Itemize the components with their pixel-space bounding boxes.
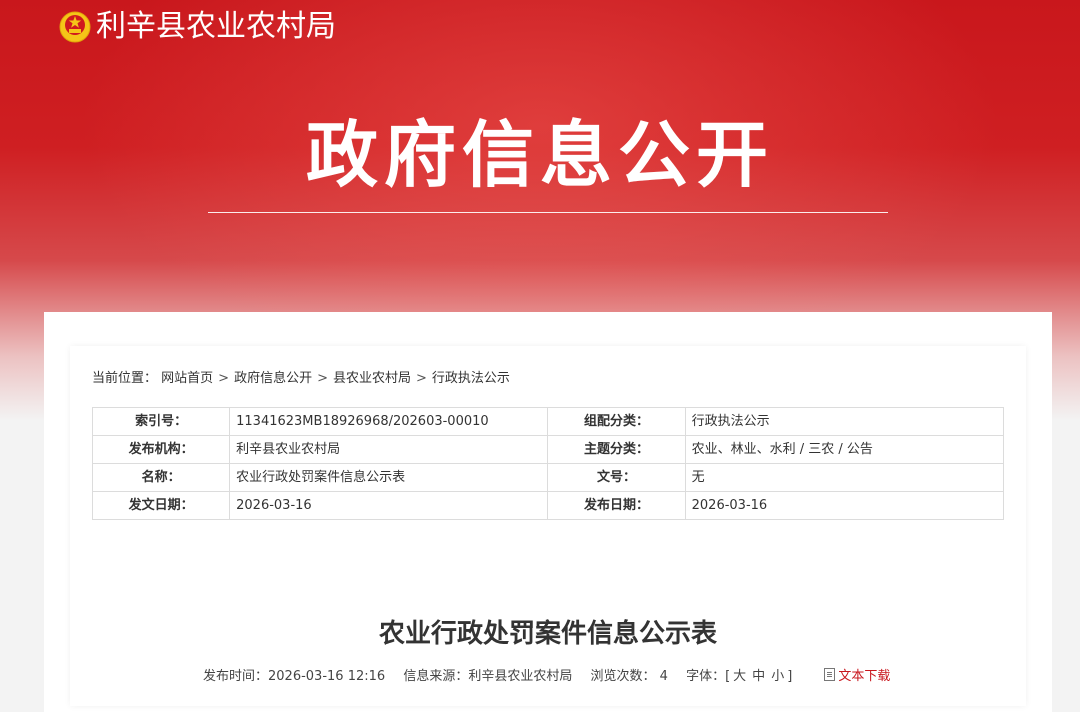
section-title: 政府信息公开 (305, 113, 774, 197)
metadata-table: 索引号： 11341623MB18926968/202603-00010 组配分… (91, 407, 1005, 520)
breadcrumb-home[interactable]: 网站首页 (161, 371, 213, 386)
table-row: 发布机构： 利辛县农业农村局 主题分类： 农业、林业、水利 / 三农 / 公告 (91, 435, 1005, 464)
download-label[interactable]: 文本下载 (838, 669, 890, 684)
table-row: 索引号： 11341623MB18926968/202603-00010 组配分… (91, 407, 1005, 436)
doc-number-label: 文号： (547, 463, 686, 492)
views-label: 浏览次数： (590, 669, 656, 684)
views-value: 4 (659, 669, 668, 684)
publish-time-value: 2026-03-16 12:16 (268, 669, 386, 684)
site-name[interactable]: 利辛县农业农村局 (96, 9, 336, 45)
font-large-link[interactable]: 大 (733, 669, 746, 684)
source-value: 利辛县农业农村局 (468, 669, 573, 684)
font-small-link[interactable]: 小 (771, 669, 784, 684)
font-bracket-open: [ (725, 669, 731, 684)
table-row: 名称： 农业行政处罚案件信息公示表 文号： 无 (91, 463, 1005, 492)
topic-label: 主题分类： (547, 435, 686, 464)
title-divider (208, 212, 888, 213)
doc-number-value: 无 (684, 463, 1005, 492)
national-emblem-icon[interactable] (58, 10, 92, 44)
publisher-value: 利辛县农业农村局 (229, 435, 549, 464)
font-bracket-close: ] (787, 669, 793, 684)
name-label: 名称： (91, 463, 231, 492)
breadcrumb-enforcement[interactable]: 行政执法公示 (432, 371, 510, 386)
publisher-label: 发布机构： (91, 435, 231, 464)
document-info: 发布时间：2026-03-16 12:16 信息来源：利辛县农业农村局 浏览次数… (203, 667, 890, 687)
publish-date-value: 2026-03-16 (684, 491, 1005, 520)
breadcrumb-separator: > (317, 371, 328, 386)
index-number-value: 11341623MB18926968/202603-00010 (229, 407, 549, 436)
source-label: 信息来源： (403, 669, 469, 684)
breadcrumb-label: 当前位置： (92, 371, 158, 386)
font-label: 字体： (686, 669, 726, 684)
breadcrumb-separator: > (416, 371, 427, 386)
issue-date-label: 发文日期： (91, 491, 231, 520)
publish-date-label: 发布日期： (547, 491, 686, 520)
breadcrumb: 当前位置： 网站首页 > 政府信息公开 > 县农业农村局 > 行政执法公示 (92, 369, 510, 389)
document-icon (824, 668, 836, 681)
font-medium-link[interactable]: 中 (752, 669, 765, 684)
category-label: 组配分类： (547, 407, 686, 436)
font-size-switcher: 字体：[大中小] (686, 669, 792, 684)
download-link[interactable]: 文本下载 (824, 668, 890, 684)
breadcrumb-gov-info[interactable]: 政府信息公开 (234, 371, 312, 386)
table-row: 发文日期： 2026-03-16 发布日期： 2026-03-16 (91, 491, 1005, 520)
breadcrumb-bureau[interactable]: 县农业农村局 (333, 371, 411, 386)
index-number-label: 索引号： (91, 407, 231, 436)
publish-time-label: 发布时间： (203, 669, 269, 684)
category-value: 行政执法公示 (684, 407, 1005, 436)
issue-date-value: 2026-03-16 (229, 491, 549, 520)
topic-value: 农业、林业、水利 / 三农 / 公告 (684, 435, 1005, 464)
name-value: 农业行政处罚案件信息公示表 (229, 463, 549, 492)
document-title: 农业行政处罚案件信息公示表 (378, 619, 717, 649)
breadcrumb-separator: > (218, 371, 230, 386)
